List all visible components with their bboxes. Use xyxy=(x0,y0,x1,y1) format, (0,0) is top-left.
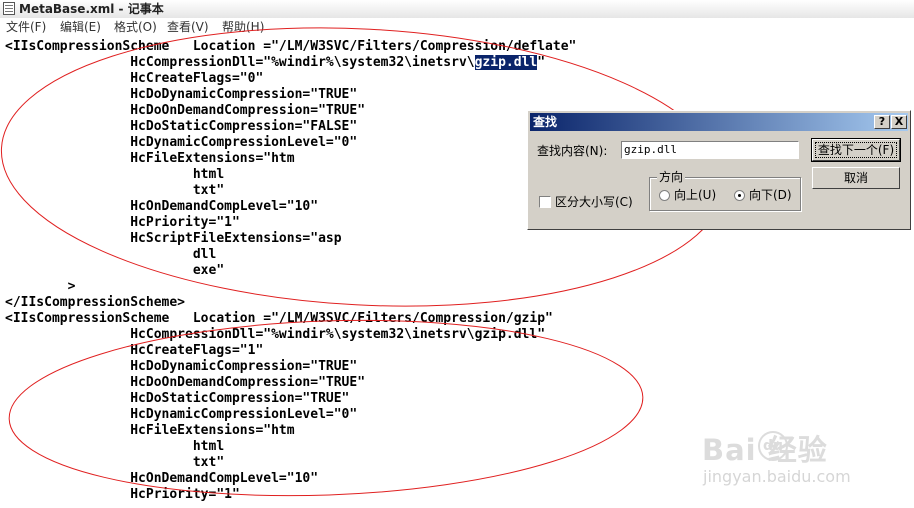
code-line: HcCreateFlags="1" xyxy=(5,343,264,358)
notepad-icon[interactable] xyxy=(3,2,15,15)
code-line: HcCreateFlags="0" xyxy=(5,71,264,86)
code-line: txt" xyxy=(5,455,225,470)
code-line: > xyxy=(5,279,76,294)
editor-content: <IIsCompressionScheme Location ="/LM/W3S… xyxy=(5,39,576,503)
find-what-label: 查找内容(N): xyxy=(537,144,608,158)
code-line: <IIsCompressionScheme Location ="/LM/W3S… xyxy=(5,39,577,54)
code-line: HcDoStaticCompression="FALSE" xyxy=(5,119,358,134)
code-line: HcFileExtensions="htm xyxy=(5,423,295,438)
window-titlebar[interactable]: MetaBase.xml - 记事本 xyxy=(0,0,914,19)
direction-down-radio[interactable] xyxy=(734,190,745,201)
direction-group: 方向 向上(U) 向下(D) xyxy=(649,170,801,211)
code-segment: HcCompressionDll="%windir%\system32\inet… xyxy=(5,55,475,70)
menubar: 文件(F) 编辑(E) 格式(O) 查看(V) 帮助(H) xyxy=(0,18,914,36)
find-next-button[interactable]: 查找下一个(F) xyxy=(811,138,901,162)
code-line: HcDoOnDemandCompression="TRUE" xyxy=(5,375,366,390)
code-line: HcPriority="1" xyxy=(5,215,240,230)
code-segment: " xyxy=(537,55,546,70)
direction-down-label[interactable]: 向下(D) xyxy=(749,188,792,202)
match-case-checkbox[interactable] xyxy=(539,196,551,208)
menu-format[interactable]: 格式(O) xyxy=(114,18,157,36)
code-line: HcFileExtensions="htm xyxy=(5,151,295,166)
code-line: HcDoOnDemandCompression="TRUE" xyxy=(5,103,366,118)
code-line: HcDoDynamicCompression="TRUE" xyxy=(5,87,358,102)
code-line: HcCompressionDll="%windir%\system32\inet… xyxy=(5,327,546,342)
code-line: HcScriptFileExtensions="asp xyxy=(5,231,342,246)
direction-up-label[interactable]: 向上(U) xyxy=(674,188,716,202)
find-next-label: 查找下一个(F) xyxy=(814,142,898,158)
code-line: HcOnDemandCompLevel="10" xyxy=(5,199,319,214)
code-line: txt" xyxy=(5,183,225,198)
menu-file[interactable]: 文件(F) xyxy=(6,18,46,36)
menu-edit[interactable]: 编辑(E) xyxy=(60,18,101,36)
baidu-paw-icon: du xyxy=(758,431,788,461)
direction-label: 方向 xyxy=(657,170,686,184)
code-line: HcDynamicCompressionLevel="0" xyxy=(5,407,358,422)
code-line: exe" xyxy=(5,263,225,278)
close-button[interactable]: X xyxy=(891,115,907,129)
watermark-url: jingyan.baidu.com xyxy=(703,467,851,486)
find-what-input[interactable]: gzip.dll xyxy=(621,141,799,159)
code-line: html xyxy=(5,167,225,182)
code-line: <IIsCompressionScheme Location ="/LM/W3S… xyxy=(5,311,553,326)
selected-text: gzip.dll xyxy=(474,55,538,70)
menu-help[interactable]: 帮助(H) xyxy=(222,18,264,36)
window-title: MetaBase.xml - 记事本 xyxy=(19,2,164,16)
code-line: dll xyxy=(5,247,217,262)
find-dialog-title: 查找 xyxy=(533,115,558,129)
code-line: </IIsCompressionScheme> xyxy=(5,295,186,310)
match-case-label[interactable]: 区分大小写(C) xyxy=(555,195,633,209)
find-dialog-titlebar[interactable]: 查找 ? X xyxy=(530,113,908,131)
code-line: HcPriority="1" xyxy=(5,487,240,502)
code-line: HcOnDemandCompLevel="10" xyxy=(5,471,319,486)
direction-up-radio[interactable] xyxy=(659,190,670,201)
code-line: HcDynamicCompressionLevel="0" xyxy=(5,135,358,150)
baidu-watermark: Bai 经验 du jingyan.baidu.com xyxy=(697,425,897,495)
code-line: HcCompressionDll="%windir%\system32\inet… xyxy=(5,55,545,70)
code-line: HcDoDynamicCompression="TRUE" xyxy=(5,359,358,374)
code-line: html xyxy=(5,439,225,454)
code-line: HcDoStaticCompression="TRUE" xyxy=(5,391,350,406)
find-dialog[interactable]: 查找 ? X 查找内容(N): gzip.dll 查找下一个(F) 取消 方向 … xyxy=(527,110,911,230)
menu-view[interactable]: 查看(V) xyxy=(167,18,209,36)
help-button[interactable]: ? xyxy=(874,115,890,129)
cancel-button[interactable]: 取消 xyxy=(812,167,900,189)
